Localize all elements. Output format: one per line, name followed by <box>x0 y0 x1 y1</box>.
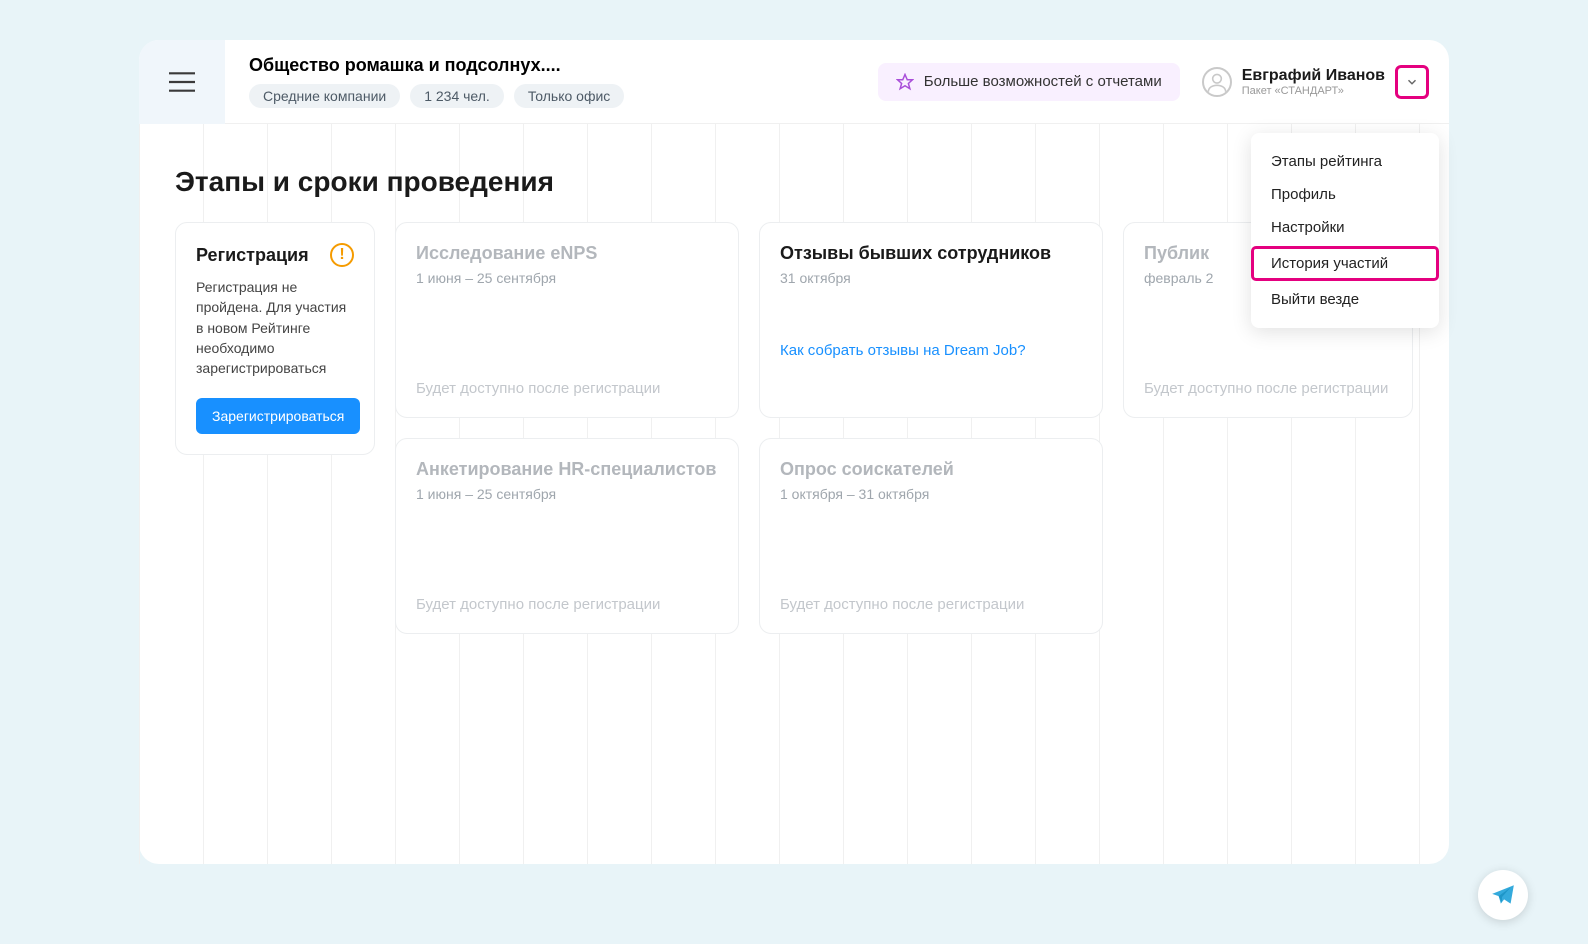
hamburger-menu[interactable] <box>139 40 225 124</box>
dropdown-item-history[interactable]: История участий <box>1251 246 1439 281</box>
promo-banner[interactable]: Больше возможностей с отчетами <box>878 63 1180 101</box>
org-tag: Средние компании <box>249 84 400 108</box>
register-button[interactable]: Зарегистрироваться <box>196 398 360 434</box>
telegram-fab[interactable] <box>1478 870 1528 920</box>
card-title: Регистрация <box>196 245 309 266</box>
user-name: Евграфий Иванов <box>1242 67 1385 85</box>
user-text: Евграфий Иванов Пакет «СТАНДАРТ» <box>1242 67 1385 97</box>
user-menu: Евграфий Иванов Пакет «СТАНДАРТ» Этапы р… <box>1202 65 1449 99</box>
warning-icon: ! <box>330 243 354 267</box>
chevron-down-icon <box>1405 75 1419 89</box>
stages-grid: Регистрация ! Регистрация не пройдена. Д… <box>175 222 1413 634</box>
dropdown-item-logout[interactable]: Выйти везде <box>1251 283 1439 316</box>
card-enps: Исследование eNPS 1 июня – 25 сентября Б… <box>395 222 739 418</box>
card-feedback: Отзывы бывших сотрудников 31 октября Как… <box>759 222 1103 418</box>
card-hr-survey: Анкетирование HR-специалистов 1 июня – 2… <box>395 438 739 634</box>
org-tag: 1 234 чел. <box>410 84 504 108</box>
card-title: Отзывы бывших сотрудников <box>780 243 1082 264</box>
org-tags: Средние компании 1 234 чел. Только офис <box>249 84 854 108</box>
card-description: Регистрация не пройдена. Для участия в н… <box>196 277 354 378</box>
card-date: 1 июня – 25 сентября <box>416 486 718 502</box>
org-tag: Только офис <box>514 84 624 108</box>
org-info: Общество ромашка и подсолнух.... Средние… <box>225 41 878 122</box>
promo-text: Больше возможностей с отчетами <box>924 73 1162 90</box>
card-seekers: Опрос соискателей 1 октября – 31 октября… <box>759 438 1103 634</box>
dropdown-item-profile[interactable]: Профиль <box>1251 178 1439 211</box>
avatar <box>1202 67 1232 97</box>
card-registration: Регистрация ! Регистрация не пройдена. Д… <box>175 222 375 455</box>
user-package: Пакет «СТАНДАРТ» <box>1242 85 1385 97</box>
app-window: Общество ромашка и подсолнух.... Средние… <box>139 40 1449 864</box>
org-title: Общество ромашка и подсолнух.... <box>249 55 854 76</box>
hamburger-icon <box>169 72 195 92</box>
star-icon <box>896 73 914 91</box>
grid-col-2: Исследование eNPS 1 июня – 25 сентября Б… <box>395 222 739 634</box>
dropdown-item-settings[interactable]: Настройки <box>1251 211 1439 244</box>
card-footer: Будет доступно после регистрации <box>416 516 718 613</box>
dropdown-item-stages[interactable]: Этапы рейтинга <box>1251 145 1439 178</box>
card-title: Исследование eNPS <box>416 243 718 264</box>
card-date: 1 октября – 31 октября <box>780 486 1082 502</box>
grid-col-1: Регистрация ! Регистрация не пройдена. Д… <box>175 222 375 455</box>
card-footer: Будет доступно после регистрации <box>780 516 1082 613</box>
user-icon <box>1204 67 1230 97</box>
feedback-help-link[interactable]: Как собрать отзывы на Dream Job? <box>780 342 1082 359</box>
card-date: 31 октября <box>780 270 1082 286</box>
card-title: Опрос соискателей <box>780 459 1082 480</box>
user-dropdown-toggle[interactable] <box>1395 65 1429 99</box>
card-title: Анкетирование HR-специалистов <box>416 459 718 480</box>
user-dropdown: Этапы рейтинга Профиль Настройки История… <box>1251 133 1439 328</box>
grid-col-3: Отзывы бывших сотрудников 31 октября Как… <box>759 222 1103 634</box>
card-date: 1 июня – 25 сентября <box>416 270 718 286</box>
card-header: Регистрация ! <box>196 243 354 267</box>
header: Общество ромашка и подсолнух.... Средние… <box>139 40 1449 124</box>
card-footer: Будет доступно после регистрации <box>416 300 718 397</box>
telegram-icon <box>1490 882 1516 908</box>
page-title: Этапы и сроки проведения <box>175 166 1413 198</box>
